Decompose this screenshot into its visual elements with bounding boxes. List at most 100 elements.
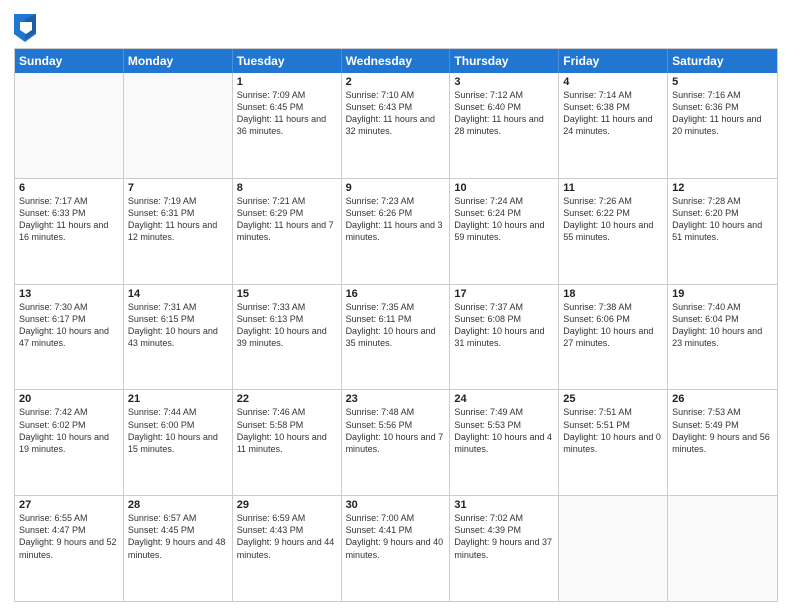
cell-text: Sunrise: 7:28 AM Sunset: 6:20 PM Dayligh… [672,195,773,244]
day-number: 25 [563,393,663,405]
header-day-tuesday: Tuesday [233,49,342,73]
cell-text: Sunrise: 6:59 AM Sunset: 4:43 PM Dayligh… [237,512,337,561]
calendar-cell: 11Sunrise: 7:26 AM Sunset: 6:22 PM Dayli… [559,179,668,284]
calendar-cell: 16Sunrise: 7:35 AM Sunset: 6:11 PM Dayli… [342,285,451,390]
calendar-row-0: 1Sunrise: 7:09 AM Sunset: 6:45 PM Daylig… [15,73,777,178]
day-number: 11 [563,182,663,194]
calendar-cell: 12Sunrise: 7:28 AM Sunset: 6:20 PM Dayli… [668,179,777,284]
calendar-cell: 20Sunrise: 7:42 AM Sunset: 6:02 PM Dayli… [15,390,124,495]
header-day-saturday: Saturday [668,49,777,73]
day-number: 17 [454,288,554,300]
cell-text: Sunrise: 7:19 AM Sunset: 6:31 PM Dayligh… [128,195,228,244]
cell-text: Sunrise: 7:37 AM Sunset: 6:08 PM Dayligh… [454,301,554,350]
calendar-cell: 17Sunrise: 7:37 AM Sunset: 6:08 PM Dayli… [450,285,559,390]
day-number: 28 [128,499,228,511]
cell-text: Sunrise: 7:17 AM Sunset: 6:33 PM Dayligh… [19,195,119,244]
day-number: 27 [19,499,119,511]
cell-text: Sunrise: 7:46 AM Sunset: 5:58 PM Dayligh… [237,406,337,455]
header-day-monday: Monday [124,49,233,73]
calendar-body: 1Sunrise: 7:09 AM Sunset: 6:45 PM Daylig… [15,73,777,601]
cell-text: Sunrise: 7:38 AM Sunset: 6:06 PM Dayligh… [563,301,663,350]
day-number: 23 [346,393,446,405]
cell-text: Sunrise: 7:48 AM Sunset: 5:56 PM Dayligh… [346,406,446,455]
cell-text: Sunrise: 7:33 AM Sunset: 6:13 PM Dayligh… [237,301,337,350]
calendar-cell: 6Sunrise: 7:17 AM Sunset: 6:33 PM Daylig… [15,179,124,284]
calendar-cell: 7Sunrise: 7:19 AM Sunset: 6:31 PM Daylig… [124,179,233,284]
calendar-cell [124,73,233,178]
calendar-cell: 19Sunrise: 7:40 AM Sunset: 6:04 PM Dayli… [668,285,777,390]
day-number: 22 [237,393,337,405]
calendar-cell: 1Sunrise: 7:09 AM Sunset: 6:45 PM Daylig… [233,73,342,178]
day-number: 2 [346,76,446,88]
calendar-cell: 31Sunrise: 7:02 AM Sunset: 4:39 PM Dayli… [450,496,559,601]
cell-text: Sunrise: 7:53 AM Sunset: 5:49 PM Dayligh… [672,406,773,455]
calendar-cell: 9Sunrise: 7:23 AM Sunset: 6:26 PM Daylig… [342,179,451,284]
day-number: 31 [454,499,554,511]
calendar-row-1: 6Sunrise: 7:17 AM Sunset: 6:33 PM Daylig… [15,178,777,284]
cell-text: Sunrise: 7:49 AM Sunset: 5:53 PM Dayligh… [454,406,554,455]
logo-icon [14,14,36,42]
calendar-cell: 22Sunrise: 7:46 AM Sunset: 5:58 PM Dayli… [233,390,342,495]
calendar-cell: 5Sunrise: 7:16 AM Sunset: 6:36 PM Daylig… [668,73,777,178]
calendar-cell: 23Sunrise: 7:48 AM Sunset: 5:56 PM Dayli… [342,390,451,495]
cell-text: Sunrise: 7:10 AM Sunset: 6:43 PM Dayligh… [346,89,446,138]
header-day-friday: Friday [559,49,668,73]
calendar-cell: 25Sunrise: 7:51 AM Sunset: 5:51 PM Dayli… [559,390,668,495]
calendar-cell: 26Sunrise: 7:53 AM Sunset: 5:49 PM Dayli… [668,390,777,495]
cell-text: Sunrise: 6:57 AM Sunset: 4:45 PM Dayligh… [128,512,228,561]
calendar-cell: 29Sunrise: 6:59 AM Sunset: 4:43 PM Dayli… [233,496,342,601]
cell-text: Sunrise: 7:44 AM Sunset: 6:00 PM Dayligh… [128,406,228,455]
cell-text: Sunrise: 7:09 AM Sunset: 6:45 PM Dayligh… [237,89,337,138]
day-number: 6 [19,182,119,194]
header-day-thursday: Thursday [450,49,559,73]
cell-text: Sunrise: 7:24 AM Sunset: 6:24 PM Dayligh… [454,195,554,244]
day-number: 7 [128,182,228,194]
day-number: 1 [237,76,337,88]
calendar-cell [559,496,668,601]
cell-text: Sunrise: 7:31 AM Sunset: 6:15 PM Dayligh… [128,301,228,350]
logo [14,14,40,42]
day-number: 26 [672,393,773,405]
calendar-cell: 15Sunrise: 7:33 AM Sunset: 6:13 PM Dayli… [233,285,342,390]
cell-text: Sunrise: 7:21 AM Sunset: 6:29 PM Dayligh… [237,195,337,244]
cell-text: Sunrise: 7:23 AM Sunset: 6:26 PM Dayligh… [346,195,446,244]
day-number: 24 [454,393,554,405]
calendar-cell: 13Sunrise: 7:30 AM Sunset: 6:17 PM Dayli… [15,285,124,390]
calendar-cell: 10Sunrise: 7:24 AM Sunset: 6:24 PM Dayli… [450,179,559,284]
day-number: 9 [346,182,446,194]
cell-text: Sunrise: 6:55 AM Sunset: 4:47 PM Dayligh… [19,512,119,561]
day-number: 12 [672,182,773,194]
calendar-cell: 2Sunrise: 7:10 AM Sunset: 6:43 PM Daylig… [342,73,451,178]
day-number: 29 [237,499,337,511]
calendar-header: SundayMondayTuesdayWednesdayThursdayFrid… [15,49,777,73]
cell-text: Sunrise: 7:35 AM Sunset: 6:11 PM Dayligh… [346,301,446,350]
header-day-sunday: Sunday [15,49,124,73]
day-number: 5 [672,76,773,88]
day-number: 13 [19,288,119,300]
cell-text: Sunrise: 7:40 AM Sunset: 6:04 PM Dayligh… [672,301,773,350]
cell-text: Sunrise: 7:12 AM Sunset: 6:40 PM Dayligh… [454,89,554,138]
day-number: 18 [563,288,663,300]
calendar-row-4: 27Sunrise: 6:55 AM Sunset: 4:47 PM Dayli… [15,495,777,601]
calendar-cell: 24Sunrise: 7:49 AM Sunset: 5:53 PM Dayli… [450,390,559,495]
calendar-cell: 27Sunrise: 6:55 AM Sunset: 4:47 PM Dayli… [15,496,124,601]
cell-text: Sunrise: 7:30 AM Sunset: 6:17 PM Dayligh… [19,301,119,350]
day-number: 16 [346,288,446,300]
calendar-cell: 4Sunrise: 7:14 AM Sunset: 6:38 PM Daylig… [559,73,668,178]
day-number: 20 [19,393,119,405]
cell-text: Sunrise: 7:42 AM Sunset: 6:02 PM Dayligh… [19,406,119,455]
day-number: 10 [454,182,554,194]
calendar-cell: 21Sunrise: 7:44 AM Sunset: 6:00 PM Dayli… [124,390,233,495]
calendar: SundayMondayTuesdayWednesdayThursdayFrid… [14,48,778,602]
calendar-cell: 18Sunrise: 7:38 AM Sunset: 6:06 PM Dayli… [559,285,668,390]
header [14,10,778,42]
calendar-row-3: 20Sunrise: 7:42 AM Sunset: 6:02 PM Dayli… [15,389,777,495]
page: SundayMondayTuesdayWednesdayThursdayFrid… [0,0,792,612]
calendar-cell: 30Sunrise: 7:00 AM Sunset: 4:41 PM Dayli… [342,496,451,601]
day-number: 8 [237,182,337,194]
cell-text: Sunrise: 7:51 AM Sunset: 5:51 PM Dayligh… [563,406,663,455]
cell-text: Sunrise: 7:14 AM Sunset: 6:38 PM Dayligh… [563,89,663,138]
day-number: 14 [128,288,228,300]
cell-text: Sunrise: 7:16 AM Sunset: 6:36 PM Dayligh… [672,89,773,138]
cell-text: Sunrise: 7:00 AM Sunset: 4:41 PM Dayligh… [346,512,446,561]
